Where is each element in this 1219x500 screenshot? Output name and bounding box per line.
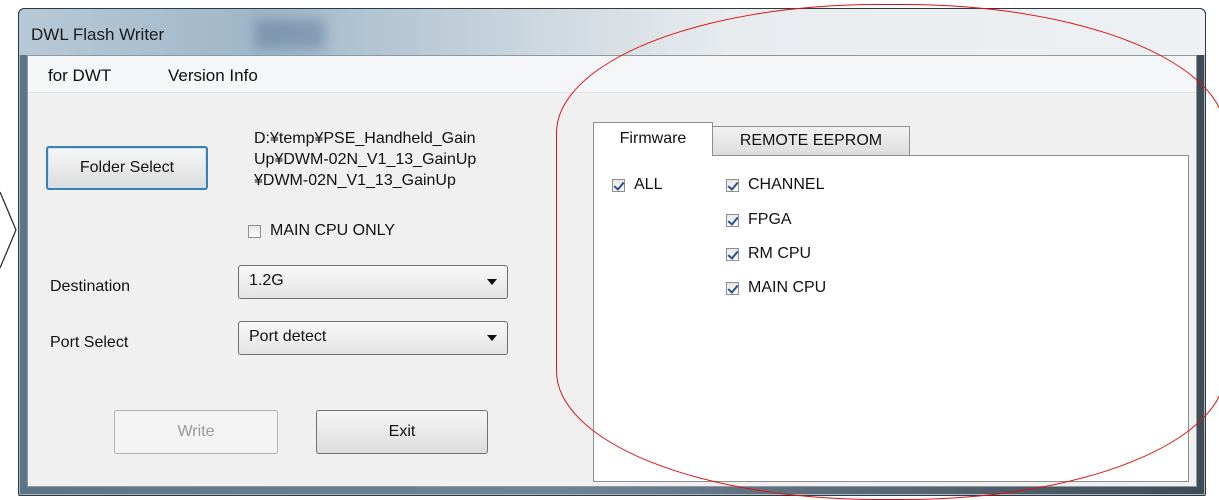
- tab-control: Firmware REMOTE EEPROM ALL CHANNEL FPGA: [593, 122, 1189, 482]
- exit-button[interactable]: Exit: [316, 410, 488, 454]
- window-title: DWL Flash Writer: [31, 25, 165, 44]
- title-bar-glass: [255, 19, 325, 49]
- tab-remote-eeprom[interactable]: REMOTE EEPROM: [712, 126, 910, 156]
- channel-label: CHANNEL: [748, 176, 825, 193]
- port-select-label: Port Select: [50, 334, 129, 351]
- client-area: for DWT Version Info Folder Select D:¥te…: [27, 55, 1197, 487]
- menu-bar: for DWT Version Info: [28, 56, 1196, 93]
- folder-select-button[interactable]: Folder Select: [46, 146, 208, 190]
- port-select-dropdown[interactable]: Port detect: [238, 321, 508, 355]
- destination-dropdown[interactable]: 1.2G: [238, 265, 508, 299]
- rm-cpu-checkbox[interactable]: RM CPU: [726, 245, 811, 263]
- all-checkbox[interactable]: ALL: [612, 176, 662, 194]
- checkbox-box[interactable]: [726, 247, 739, 261]
- menu-for-dwt[interactable]: for DWT: [48, 66, 111, 86]
- tab-firmware[interactable]: Firmware: [593, 122, 713, 156]
- fpga-label: FPGA: [748, 211, 792, 228]
- rm-cpu-label: RM CPU: [748, 245, 812, 262]
- main-cpu-checkbox[interactable]: MAIN CPU: [726, 279, 826, 297]
- destination-label: Destination: [50, 278, 131, 295]
- chevron-down-icon: [487, 335, 497, 341]
- channel-checkbox[interactable]: CHANNEL: [726, 176, 824, 194]
- menu-version-info[interactable]: Version Info: [168, 66, 258, 86]
- fpga-checkbox[interactable]: FPGA: [726, 211, 792, 229]
- chevron-down-icon: [487, 279, 497, 285]
- write-button[interactable]: Write: [114, 410, 278, 454]
- checkbox-box[interactable]: [248, 224, 261, 238]
- main-cpu-only-checkbox[interactable]: MAIN CPU ONLY: [248, 222, 395, 240]
- main-cpu-label: MAIN CPU: [748, 279, 827, 296]
- checkbox-box[interactable]: [726, 213, 739, 227]
- main-cpu-only-label: MAIN CPU ONLY: [270, 222, 396, 239]
- title-bar: DWL Flash Writer: [19, 9, 1205, 55]
- arrow-pointer-icon: [0, 191, 17, 269]
- folder-path: D:¥temp¥PSE_Handheld_Gain Up¥DWM-02N_V1_…: [254, 130, 477, 189]
- firmware-panel: ALL CHANNEL FPGA RM CPU MAIN CPU: [593, 155, 1189, 482]
- port-select-value: Port detect: [249, 328, 327, 345]
- checkbox-box[interactable]: [612, 178, 625, 192]
- destination-value: 1.2G: [249, 272, 284, 289]
- app-window: DWL Flash Writer for DWT Version Info Fo…: [18, 8, 1206, 496]
- checkbox-box[interactable]: [726, 281, 739, 295]
- all-label: ALL: [634, 176, 663, 193]
- checkbox-box[interactable]: [726, 178, 739, 192]
